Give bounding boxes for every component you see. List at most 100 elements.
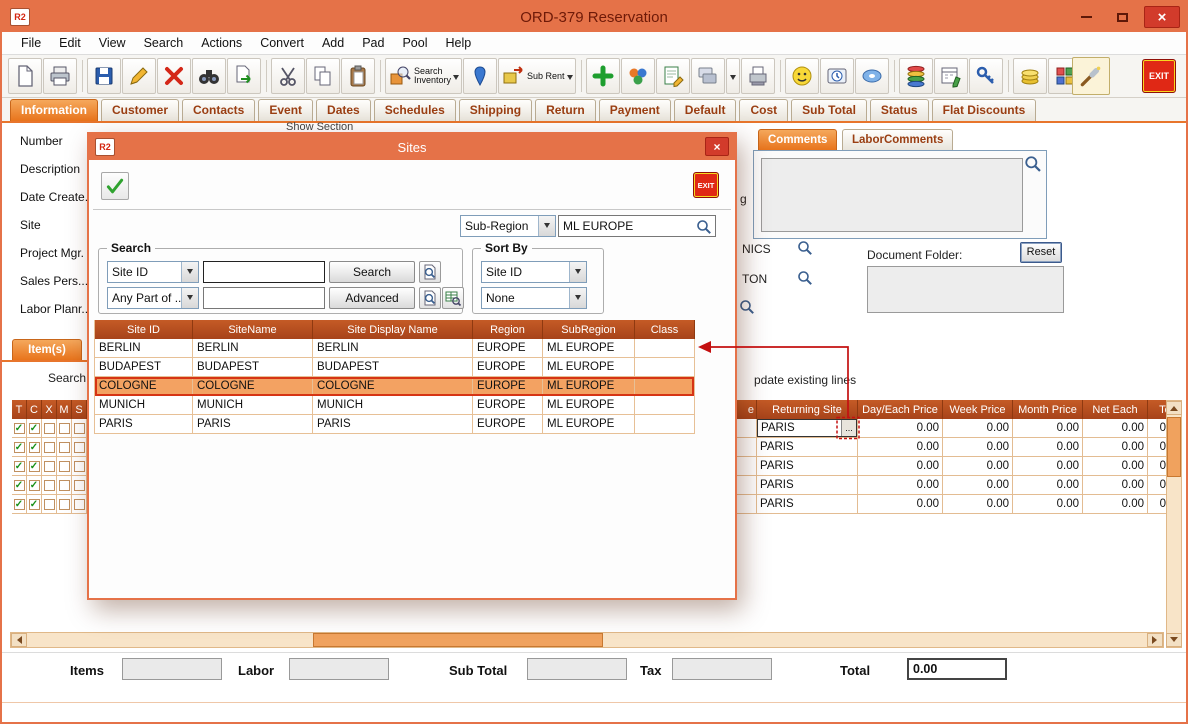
tab-default[interactable]: Default (674, 99, 737, 121)
cards-button[interactable] (691, 58, 725, 94)
comments-textarea[interactable] (761, 158, 1023, 232)
checkbox[interactable] (57, 476, 72, 495)
item-row[interactable]: PARIS0.000.000.000.000.00 (737, 457, 1166, 476)
chevron-down-icon[interactable] (181, 262, 198, 282)
menu-pad[interactable]: Pad (353, 36, 393, 50)
maximize-button[interactable] (1108, 6, 1136, 28)
scroll-right-button[interactable] (1147, 633, 1163, 647)
find-button[interactable] (192, 58, 226, 94)
sort-secondary-dropdown[interactable]: None (481, 287, 587, 309)
chevron-down-icon[interactable] (569, 288, 586, 308)
money-button[interactable] (1013, 58, 1047, 94)
pool-button[interactable] (621, 58, 655, 94)
checkbox[interactable] (42, 457, 57, 476)
site-row-budapest[interactable]: BUDAPESTBUDAPESTBUDAPESTEUROPEML EUROPE (95, 358, 694, 377)
search-button[interactable]: Search (329, 261, 415, 283)
calendar-edit-button[interactable] (934, 58, 968, 94)
menu-convert[interactable]: Convert (251, 36, 313, 50)
checkbox[interactable]: ✓ (12, 457, 27, 476)
tab-payment[interactable]: Payment (599, 99, 671, 121)
add-item-button[interactable] (586, 58, 620, 94)
item-row[interactable]: PARIS0.000.000.000.000.00 (737, 495, 1166, 514)
search-text-input[interactable] (203, 261, 325, 283)
search-icon[interactable] (1024, 155, 1042, 173)
checkbox[interactable] (42, 495, 57, 514)
checkbox[interactable]: ✓ (12, 438, 27, 457)
checkbox[interactable] (72, 438, 87, 457)
advanced-button[interactable]: Advanced (329, 287, 415, 309)
checkbox[interactable]: ✓ (27, 476, 42, 495)
dialog-exit-button[interactable]: EXIT (693, 172, 719, 198)
tab-status[interactable]: Status (870, 99, 929, 121)
print-station-button[interactable] (741, 58, 775, 94)
copy-button[interactable] (306, 58, 340, 94)
returning-site-editor[interactable]: PARIS... (757, 419, 857, 437)
cards-dropdown-button[interactable] (726, 58, 740, 94)
checkbox[interactable] (42, 438, 57, 457)
item-row[interactable]: PARIS0.000.000.000.000.00 (737, 438, 1166, 457)
menu-add[interactable]: Add (313, 36, 353, 50)
horizontal-scrollbar[interactable] (10, 632, 1164, 648)
vertical-scrollbar[interactable] (1166, 400, 1182, 648)
tab-dates[interactable]: Dates (316, 99, 371, 121)
chevron-down-icon[interactable] (569, 262, 586, 282)
menu-help[interactable]: Help (437, 36, 481, 50)
document-folder-box[interactable] (867, 266, 1064, 313)
checkbox[interactable] (42, 476, 57, 495)
tab-information[interactable]: Information (10, 99, 98, 121)
tab-shipping[interactable]: Shipping (459, 99, 532, 121)
wand-button[interactable] (1072, 57, 1110, 95)
site-row-munich[interactable]: MUNICHMUNICHMUNICHEUROPEML EUROPE (95, 396, 694, 415)
tab-comments[interactable]: Comments (758, 129, 837, 150)
chevron-down-icon[interactable] (181, 288, 198, 308)
tab-customer[interactable]: Customer (101, 99, 179, 121)
checkbox[interactable] (72, 476, 87, 495)
print-button[interactable] (43, 58, 77, 94)
search-icon[interactable] (739, 299, 755, 315)
exit-button[interactable]: EXIT (1142, 59, 1176, 93)
document-search-button[interactable] (419, 287, 441, 309)
checkbox[interactable] (57, 419, 72, 438)
tab-items[interactable]: Item(s) (12, 339, 82, 360)
items-field[interactable] (122, 658, 222, 680)
checkbox[interactable]: ✓ (12, 419, 27, 438)
sub-total-field[interactable] (527, 658, 627, 680)
tab-event[interactable]: Event (258, 99, 313, 121)
checkbox[interactable] (72, 419, 87, 438)
horizontal-scrollbar-thumb[interactable] (313, 633, 603, 647)
checkbox[interactable] (42, 419, 57, 438)
tab-cost[interactable]: Cost (739, 99, 788, 121)
menu-view[interactable]: View (90, 36, 135, 50)
smiley-button[interactable] (785, 58, 819, 94)
reset-button[interactable]: Reset (1020, 242, 1062, 263)
scroll-left-button[interactable] (11, 633, 27, 647)
site-row-cologne-selected[interactable]: COLOGNECOLOGNECOLOGNEEUROPEML EUROPE (95, 377, 694, 396)
checkbox[interactable]: ✓ (27, 438, 42, 457)
labor-field[interactable] (289, 658, 389, 680)
vertical-scrollbar-thumb[interactable] (1167, 417, 1181, 477)
tab-labor-comments[interactable]: LaborComments (842, 129, 953, 150)
subregion-value-field[interactable]: ML EUROPE (558, 215, 716, 237)
ok-button[interactable] (101, 172, 129, 200)
menu-pool[interactable]: Pool (393, 36, 436, 50)
search-lookup-button[interactable] (419, 261, 441, 283)
search-inventory-button[interactable]: SearchInventory (385, 58, 462, 94)
database-button[interactable] (899, 58, 933, 94)
grid-search-button[interactable] (442, 287, 464, 309)
tab-sub-total[interactable]: Sub Total (791, 99, 867, 121)
search-field-dropdown[interactable]: Site ID (107, 261, 199, 283)
minimize-button[interactable] (1072, 6, 1100, 28)
field-selector-dropdown[interactable]: Sub-Region (460, 215, 556, 237)
export-button[interactable] (227, 58, 261, 94)
checkbox[interactable] (57, 457, 72, 476)
sub-rent-button[interactable]: Sub Rent (498, 58, 576, 94)
sort-primary-dropdown[interactable]: Site ID (481, 261, 587, 283)
site-row-berlin[interactable]: BERLINBERLINBERLINEUROPEML EUROPE (95, 339, 694, 358)
search-icon[interactable] (797, 240, 813, 256)
tab-contacts[interactable]: Contacts (182, 99, 255, 121)
match-mode-dropdown[interactable]: Any Part of ... (107, 287, 199, 309)
menu-search[interactable]: Search (135, 36, 193, 50)
edit-button[interactable] (122, 58, 156, 94)
pin-button[interactable] (463, 58, 497, 94)
new-document-button[interactable] (8, 58, 42, 94)
